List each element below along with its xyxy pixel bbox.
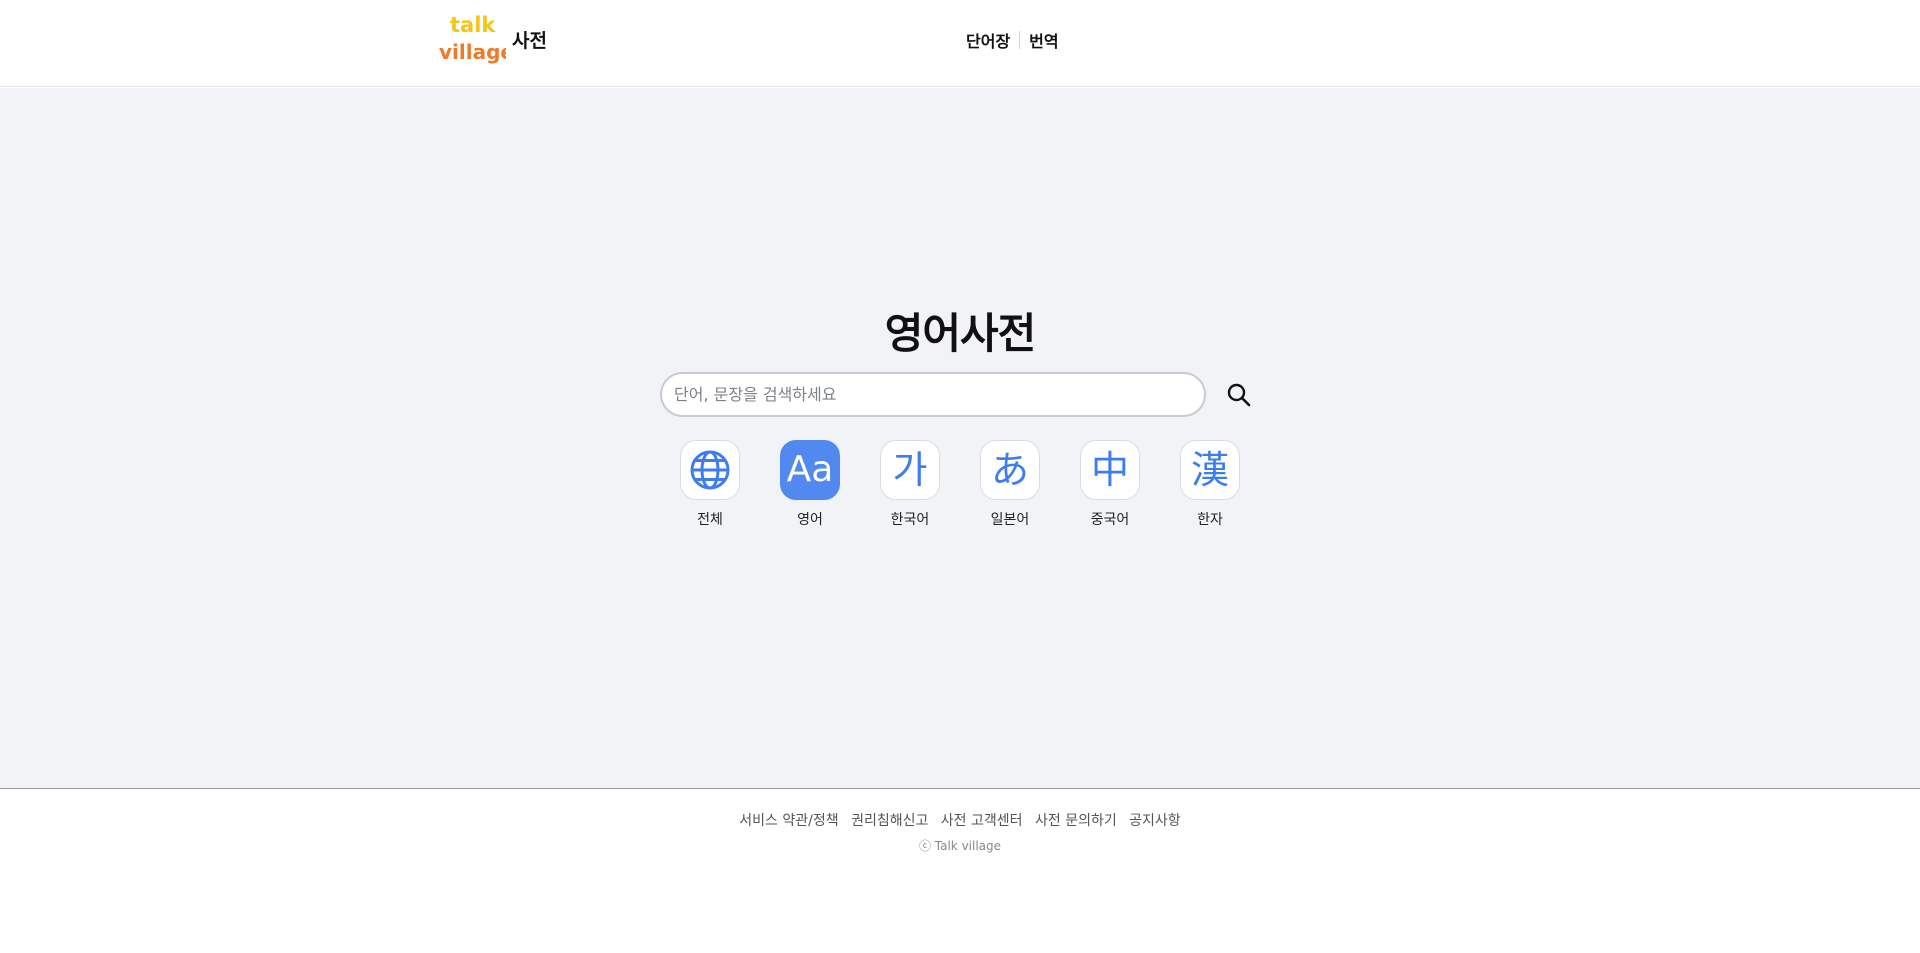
category-label: 일본어 bbox=[990, 512, 1030, 528]
top-nav: 단어장 번역 bbox=[966, 28, 1059, 52]
talk-village-logo[interactable]: talk village bbox=[438, 10, 506, 66]
korean-icon: 가 bbox=[880, 440, 940, 500]
search-icon[interactable] bbox=[1226, 382, 1252, 408]
footer-link-report[interactable]: 권리침해신고 bbox=[851, 813, 928, 829]
main-content: 영어사전 전체 Aa 영어 bbox=[0, 88, 1920, 788]
svg-text:village: village bbox=[439, 40, 506, 64]
hanja-icon: 漢 bbox=[1180, 440, 1240, 500]
site-name[interactable]: 사전 bbox=[512, 26, 547, 53]
category-japanese[interactable]: あ 일본어 bbox=[960, 440, 1060, 529]
header: talk village 사전 단어장 번역 bbox=[0, 0, 1920, 87]
nav-divider bbox=[1019, 31, 1021, 49]
footer-link-terms[interactable]: 서비스 약관/정책 bbox=[739, 813, 838, 829]
search-box bbox=[660, 372, 1206, 417]
category-label: 전체 bbox=[697, 512, 723, 528]
footer-links: 서비스 약관/정책 권리침해신고 사전 고객센터 사전 문의하기 공지사항 bbox=[0, 810, 1920, 830]
category-all[interactable]: 전체 bbox=[660, 440, 760, 529]
category-label: 영어 bbox=[797, 512, 823, 528]
nav-wordbook[interactable]: 단어장 bbox=[966, 28, 1010, 52]
footer: 서비스 약관/정책 권리침해신고 사전 고객센터 사전 문의하기 공지사항 ⓒ … bbox=[0, 788, 1920, 953]
globe-icon bbox=[680, 440, 740, 500]
category-korean[interactable]: 가 한국어 bbox=[860, 440, 960, 529]
category-chinese[interactable]: 中 중국어 bbox=[1060, 440, 1160, 529]
nav-translate[interactable]: 번역 bbox=[1029, 28, 1058, 52]
category-hanja[interactable]: 漢 한자 bbox=[1160, 440, 1260, 529]
footer-link-support[interactable]: 사전 고객센터 bbox=[941, 813, 1023, 829]
category-label: 한자 bbox=[1197, 512, 1223, 528]
copyright: ⓒ Talk village bbox=[918, 839, 1002, 853]
category-label: 중국어 bbox=[1090, 512, 1130, 528]
category-label: 한국어 bbox=[890, 512, 930, 528]
footer-link-notice[interactable]: 공지사항 bbox=[1129, 813, 1181, 829]
svg-text:talk: talk bbox=[450, 13, 496, 37]
footer-link-inquiry[interactable]: 사전 문의하기 bbox=[1035, 813, 1117, 829]
category-english[interactable]: Aa 영어 bbox=[760, 440, 860, 529]
page-title: 영어사전 bbox=[884, 309, 1037, 358]
japanese-icon: あ bbox=[980, 440, 1040, 500]
english-icon: Aa bbox=[780, 440, 840, 500]
search-input[interactable] bbox=[662, 374, 1204, 415]
chinese-icon: 中 bbox=[1080, 440, 1140, 500]
